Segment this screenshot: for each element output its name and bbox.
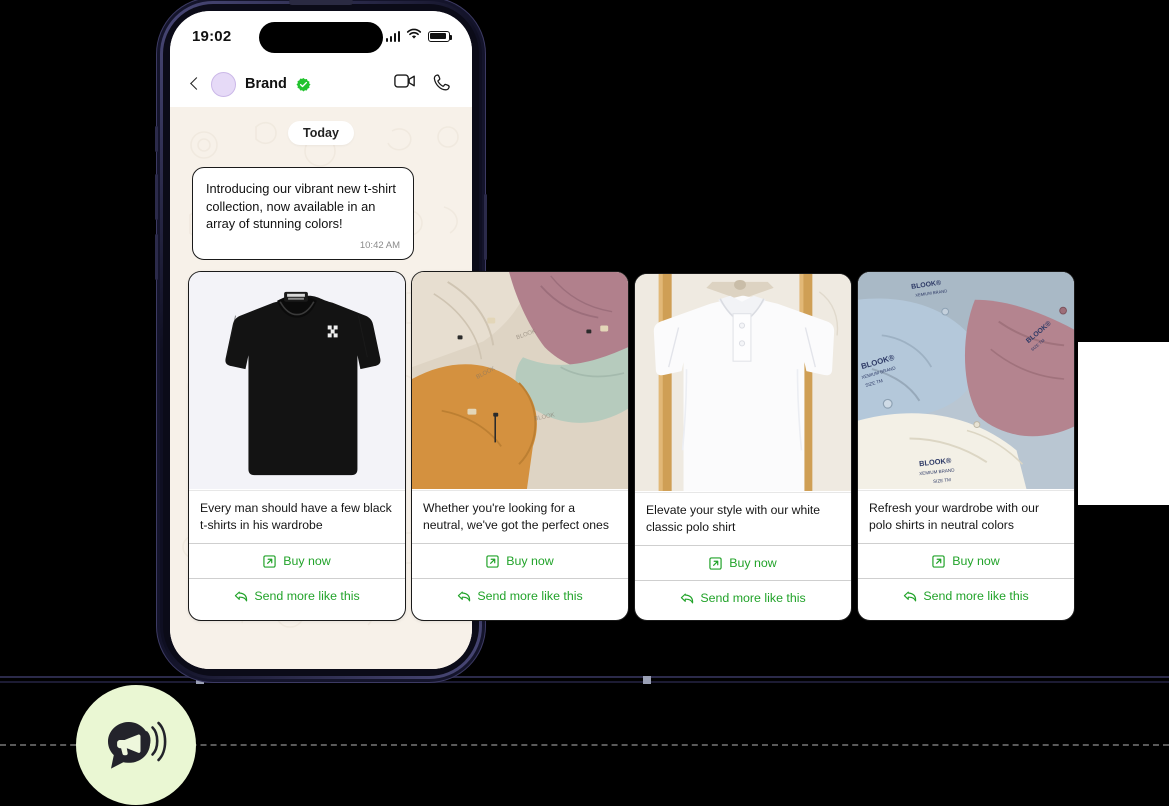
- product-card[interactable]: BLOOK BLOOK BLOOK Whether you're looking…: [411, 271, 629, 621]
- product-caption: Every man should have a few black t-shir…: [200, 501, 392, 532]
- date-divider: Today: [170, 121, 472, 145]
- external-link-icon: [932, 554, 945, 568]
- send-more-label: Send more like this: [923, 589, 1029, 603]
- broadcast-badge: [76, 685, 196, 805]
- buy-now-button[interactable]: Buy now: [189, 544, 405, 578]
- phone-volume-up-button[interactable]: [155, 174, 158, 220]
- send-more-label: Send more like this: [477, 589, 583, 603]
- buy-now-button[interactable]: Buy now: [635, 546, 851, 580]
- cellular-bars-icon: [385, 30, 400, 42]
- avatar[interactable]: [211, 71, 236, 97]
- reply-arrow-icon: [457, 590, 471, 603]
- reply-arrow-icon: [234, 590, 248, 603]
- verified-badge-icon: [296, 77, 311, 92]
- guide-handle: [643, 676, 651, 684]
- send-more-button[interactable]: Send more like this: [189, 579, 405, 613]
- product-carousel[interactable]: Every man should have a few black t-shir…: [188, 271, 1148, 621]
- video-camera-icon[interactable]: [394, 73, 416, 95]
- chat-message-text: Introducing our vibrant new t-shirt coll…: [206, 181, 396, 232]
- brand-name: Brand: [245, 76, 287, 92]
- send-more-button[interactable]: Send more like this: [858, 579, 1074, 613]
- product-caption: Whether you're looking for a neutral, we…: [423, 501, 609, 532]
- product-card[interactable]: Elevate your style with our white classi…: [634, 273, 852, 621]
- product-image-folded-tshirts: BLOOK BLOOK BLOOK: [412, 272, 628, 491]
- product-image-white-polo: [635, 274, 851, 493]
- status-bar: 19:02: [170, 11, 472, 61]
- buy-now-button[interactable]: Buy now: [412, 544, 628, 578]
- dynamic-island: [259, 22, 383, 53]
- buy-now-button[interactable]: Buy now: [858, 544, 1074, 578]
- megaphone-speech-bubble-icon: [105, 716, 167, 774]
- reply-arrow-icon: [680, 592, 694, 605]
- chat-message-bubble: Introducing our vibrant new t-shirt coll…: [192, 167, 414, 260]
- buy-now-label: Buy now: [283, 554, 331, 568]
- screenshot-root: 19:02 Brand Today Introducing our vibran…: [0, 0, 1169, 806]
- phone-volume-down-button[interactable]: [155, 234, 158, 280]
- send-more-button[interactable]: Send more like this: [635, 581, 851, 615]
- product-card[interactable]: BLOOK® XEMIUM BRAND SIZE TM BLOOK® XEMIU…: [857, 271, 1075, 621]
- battery-icon: [428, 30, 453, 42]
- header-actions: [394, 73, 454, 95]
- reply-arrow-icon: [903, 590, 917, 603]
- chevron-left-icon[interactable]: [188, 77, 202, 91]
- send-more-label: Send more like this: [254, 589, 360, 603]
- product-image-polo-collars: BLOOK® XEMIUM BRAND SIZE TM BLOOK® XEMIU…: [858, 272, 1074, 491]
- phone-handset-icon[interactable]: [432, 73, 454, 95]
- external-link-icon: [709, 556, 722, 570]
- buy-now-label: Buy now: [952, 554, 1000, 568]
- external-link-icon: [486, 554, 499, 568]
- buy-now-label: Buy now: [506, 554, 554, 568]
- product-caption: Elevate your style with our white classi…: [646, 503, 821, 534]
- product-image-black-tshirt: [189, 272, 405, 491]
- guide-line-navy: [0, 676, 1169, 678]
- send-more-button[interactable]: Send more like this: [412, 579, 628, 613]
- status-indicators: [385, 27, 453, 45]
- product-caption: Refresh your wardrobe with our polo shir…: [869, 501, 1040, 532]
- date-divider-label: Today: [288, 121, 354, 145]
- buy-now-label: Buy now: [729, 556, 777, 570]
- external-link-icon: [263, 554, 276, 568]
- phone-speaker: [289, 0, 353, 5]
- status-time: 19:02: [192, 27, 232, 45]
- chat-header: Brand: [170, 61, 472, 107]
- wifi-icon: [406, 27, 422, 45]
- chat-message-time: 10:42 AM: [359, 239, 400, 251]
- product-card[interactable]: Every man should have a few black t-shir…: [188, 271, 406, 621]
- guide-line-navy-secondary: [0, 681, 1169, 683]
- phone-silent-switch[interactable]: [155, 126, 158, 152]
- send-more-label: Send more like this: [700, 591, 806, 605]
- phone-power-button[interactable]: [484, 194, 487, 260]
